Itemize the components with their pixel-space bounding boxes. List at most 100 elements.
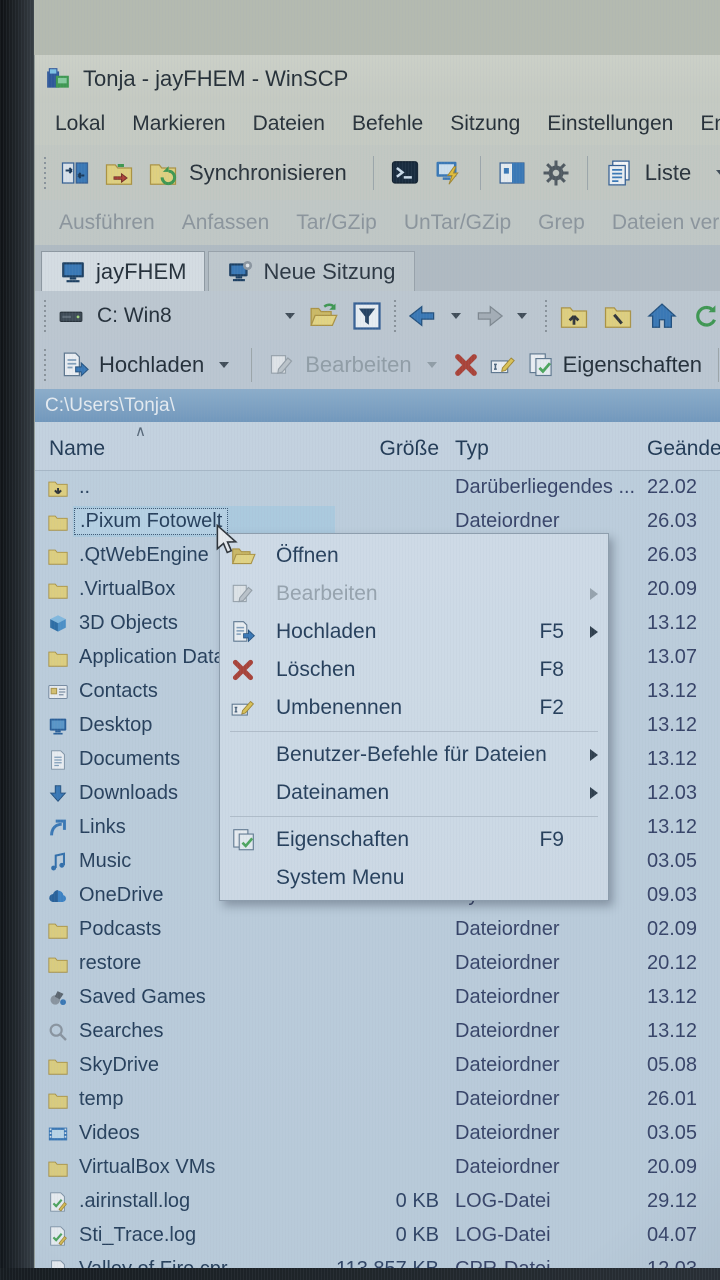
properties-icon[interactable]: [526, 351, 554, 379]
liste-button-label[interactable]: Liste: [645, 160, 691, 186]
column-header-modified[interactable]: Geändert: [647, 437, 720, 461]
file-type: CPR-Datei: [455, 1258, 551, 1268]
folder-icon: [47, 647, 69, 669]
context-item-umbenennen[interactable]: UmbenennenF2: [220, 689, 608, 727]
context-item-l-schen[interactable]: LöschenF8: [220, 651, 608, 689]
file-modified: 13.12: [647, 986, 697, 1009]
drive-selector[interactable]: C: Win8: [97, 304, 172, 328]
home-icon[interactable]: [647, 301, 677, 331]
context-item-label: Benutzer-Befehle für Dateien: [276, 743, 547, 767]
file-name: .Pixum Fotowelt: [75, 509, 227, 534]
submenu-arrow-icon: [590, 626, 598, 638]
file-row-virtualbox-vms[interactable]: VirtualBox VMsDateiordner20.09: [35, 1151, 720, 1185]
docs-list-icon[interactable]: [604, 158, 634, 188]
file-row-podcasts[interactable]: PodcastsDateiordner02.09: [35, 913, 720, 947]
column-header-size[interactable]: Größe: [335, 437, 439, 461]
context-item-eigenschaften[interactable]: EigenschaftenF9: [220, 821, 608, 859]
file-modified: 13.12: [647, 680, 697, 703]
current-path-bar[interactable]: C:\Users\Tonja\: [35, 389, 720, 422]
file-type: Dateiordner: [455, 1088, 560, 1111]
folder-sync-icon[interactable]: [148, 158, 178, 188]
delete-icon: [230, 657, 256, 683]
file-row-searches[interactable]: SearchesDateiordner13.12: [35, 1015, 720, 1049]
upload-button-label[interactable]: Hochladen: [99, 352, 204, 378]
context-item-hochladen[interactable]: HochladenF5: [220, 613, 608, 651]
chevron-down-icon[interactable]: [451, 313, 461, 319]
folder-sync-remote-icon[interactable]: [104, 158, 134, 188]
terminal-icon[interactable]: [390, 158, 420, 188]
upload-icon[interactable]: [60, 350, 90, 380]
context-item-label: Eigenschaften: [276, 828, 409, 852]
forward-icon[interactable]: [474, 301, 504, 331]
file-type: Dateiordner: [455, 1054, 560, 1077]
file-modified: 02.09: [647, 918, 697, 941]
custom-command-tar-gzip[interactable]: Tar/GZip: [296, 211, 377, 235]
file-name: Valley of Fire.cpr: [79, 1258, 228, 1268]
file-size: 0 KB: [335, 1190, 439, 1213]
custom-command-dateien-vergleichen[interactable]: Dateien vergleichen: [612, 211, 720, 235]
custom-commands-toolbar: Ausführen Anfassen Tar/GZip UnTar/GZip Grep D…: [35, 200, 720, 245]
back-icon[interactable]: [408, 301, 438, 331]
menubar-item-entfernt[interactable]: Entfernt: [700, 112, 720, 136]
file-type: Dateiordner: [455, 986, 560, 1009]
custom-command-grep[interactable]: Grep: [538, 211, 585, 235]
folder-up-icon: [47, 477, 69, 499]
menubar-item-sitzung[interactable]: Sitzung: [450, 112, 520, 136]
custom-command-ausf-hren[interactable]: Ausführen: [59, 211, 155, 235]
open-folder-icon[interactable]: [308, 301, 338, 331]
file-row-item[interactable]: ..Darüberliegendes ...22.02: [35, 471, 720, 505]
column-header-type[interactable]: Typ: [455, 437, 489, 461]
folder-root-icon[interactable]: [603, 301, 633, 331]
menubar-item-markieren[interactable]: Markieren: [132, 112, 225, 136]
menubar-item-dateien[interactable]: Dateien: [253, 112, 325, 136]
rename-icon[interactable]: [489, 351, 517, 379]
properties-button-label[interactable]: Eigenschaften: [563, 352, 702, 378]
context-item-benutzer-befehle-f-r-dateien[interactable]: Benutzer-Befehle für Dateien: [220, 736, 608, 774]
monitor-icon: [60, 259, 86, 285]
delete-icon[interactable]: [452, 351, 480, 379]
session-tab-neue-sitzung[interactable]: Neue Sitzung: [208, 251, 414, 291]
separator: [718, 348, 719, 382]
session-tab-jayfhem[interactable]: jayFHEM: [41, 251, 205, 291]
monitor-gear-icon: [227, 259, 253, 285]
custom-command-untar-gzip[interactable]: UnTar/GZip: [404, 211, 511, 235]
context-item-system-menu[interactable]: System Menu: [220, 859, 608, 897]
file-list-header: ∧ Name Größe Typ Geändert: [35, 422, 720, 471]
file-row-sti-trace-log[interactable]: Sti_Trace.log0 KBLOG-Datei04.07: [35, 1219, 720, 1253]
console-lightning-icon[interactable]: [434, 158, 464, 188]
saved-games-icon: [47, 987, 69, 1009]
file-row-skydrive[interactable]: SkyDriveDateiordner05.08: [35, 1049, 720, 1083]
menubar-item-lokal[interactable]: Lokal: [55, 112, 105, 136]
menubar-item-einstellungen[interactable]: Einstellungen: [547, 112, 673, 136]
file-row-airinstall-log[interactable]: .airinstall.log0 KBLOG-Datei29.12: [35, 1185, 720, 1219]
column-header-name[interactable]: Name: [49, 437, 105, 461]
chevron-down-icon[interactable]: [285, 313, 295, 319]
edit-icon: [268, 351, 296, 379]
context-item-dateinamen[interactable]: Dateinamen: [220, 774, 608, 812]
file-row-temp[interactable]: tempDateiordner26.01: [35, 1083, 720, 1117]
gear-icon[interactable]: [541, 158, 571, 188]
synchronize-button-label[interactable]: Synchronisieren: [189, 160, 347, 186]
file-row-saved-games[interactable]: Saved GamesDateiordner13.12: [35, 981, 720, 1015]
sync-panes-icon[interactable]: [60, 158, 90, 188]
desktop-icon: [47, 715, 69, 737]
chevron-down-icon[interactable]: [219, 362, 229, 368]
context-item-label: Öffnen: [276, 544, 339, 568]
filter-icon[interactable]: [352, 301, 382, 331]
folder-parent-icon[interactable]: [559, 301, 589, 331]
chevron-down-icon[interactable]: [716, 170, 720, 176]
context-item-ffnen[interactable]: Öffnen: [220, 537, 608, 575]
refresh-icon[interactable]: [691, 301, 720, 331]
file-row-videos[interactable]: VideosDateiordner03.05: [35, 1117, 720, 1151]
menubar-item-befehle[interactable]: Befehle: [352, 112, 423, 136]
context-item-shortcut: F8: [539, 658, 564, 682]
file-row-valley-of-fire-cpr[interactable]: Valley of Fire.cpr113.857 KBCPR-Datei12.…: [35, 1253, 720, 1268]
context-menu-separator: [230, 816, 598, 817]
file-name: Desktop: [79, 714, 152, 737]
chevron-down-icon[interactable]: [517, 313, 527, 319]
custom-command-anfassen[interactable]: Anfassen: [182, 211, 270, 235]
submenu-arrow-icon: [590, 588, 598, 600]
file-row-restore[interactable]: restoreDateiordner20.12: [35, 947, 720, 981]
file-modified: 12.03: [647, 782, 697, 805]
panels-icon[interactable]: [497, 158, 527, 188]
